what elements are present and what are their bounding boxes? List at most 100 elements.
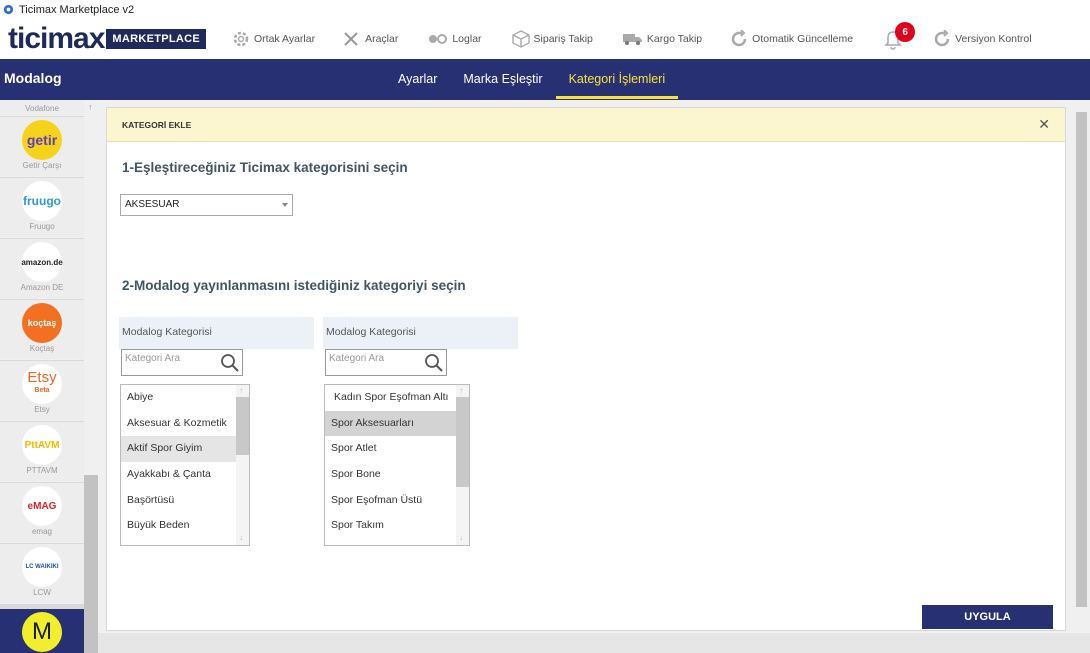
search-icon	[221, 354, 239, 372]
sidebar-item-label: Fruugo	[29, 222, 55, 231]
sidebar-scrollbar-thumb[interactable]	[84, 475, 98, 653]
pttavm-logo: PttAVM	[22, 425, 62, 465]
sidebar-item-vodafone[interactable]: Vodafone	[0, 100, 84, 116]
sidebar-list: Vodafone getir Getir Çarşı fruugo Fruugo…	[0, 100, 84, 653]
sidebar-item-getir[interactable]: getir Getir Çarşı	[0, 117, 84, 177]
fruugo-logo: fruugo	[22, 181, 62, 221]
select-value: AKSESUAR	[125, 199, 180, 210]
lcw-logo-text: LC WAIKIKI	[25, 564, 59, 570]
emag-logo-text: eMAG	[27, 500, 57, 512]
log-icon	[429, 34, 448, 44]
sidebar-item-amazon-de[interactable]: amazon.de Amazon DE	[0, 239, 84, 299]
search-icon	[425, 354, 443, 372]
list-item[interactable]: Ayakkabı & Çanta	[121, 462, 249, 488]
right-category-search[interactable]: Kategori Ara	[325, 349, 447, 376]
tab-kategori-islemleri[interactable]: Kategori İşlemleri	[555, 59, 679, 100]
nav-ortak-ayarlar[interactable]: Ortak Ayarlar	[232, 30, 315, 48]
nav-kargo-takip[interactable]: Kargo Takip	[622, 32, 703, 46]
list-item[interactable]: Büyük Beden	[121, 513, 249, 539]
sidebar-item-fruugo[interactable]: fruugo Fruugo	[0, 178, 84, 238]
list-item[interactable]: Aksesuar & Kozmetik	[121, 411, 249, 437]
ticimax-category-select[interactable]: AKSESUAR	[120, 194, 293, 216]
nav-otomatik-guncelleme[interactable]: Otomatik Güncelleme	[730, 30, 853, 48]
scroll-up-arrow-icon[interactable]: ↑	[88, 102, 93, 112]
nav-loglar[interactable]: Loglar	[428, 32, 482, 46]
sidebar-item-emag[interactable]: eMAG emag	[0, 483, 84, 543]
amazon-logo: amazon.de	[21, 242, 63, 282]
nav-label: Sipariş Takip	[533, 33, 593, 45]
nav-label: Loglar	[452, 33, 482, 45]
modalog-logo-text: M	[32, 618, 52, 645]
fruugo-logo-text: fruugo	[23, 194, 61, 208]
truck-icon	[622, 34, 642, 45]
sidebar-item-lcw[interactable]: LC WAIKIKI LCW	[0, 544, 84, 604]
koctas-logo-text: koçtaş	[27, 318, 57, 328]
list-item[interactable]: Spor Aksesuarları	[325, 410, 457, 437]
nav-label: Araçlar	[365, 33, 399, 45]
etsy-beta-text: Beta	[34, 387, 50, 394]
step1-heading: 1-Eşleştireceğiniz Ticimax kategorisini …	[122, 160, 408, 175]
notification-count-badge: 6	[895, 22, 916, 42]
scroll-down-arrow-icon[interactable]: ↓	[239, 533, 243, 542]
sidebar-item-label: LCW	[33, 588, 51, 597]
left-category-search[interactable]: Kategori Ara	[121, 349, 243, 376]
list-item[interactable]: Abiye	[121, 385, 249, 411]
sidebar-item-label: emag	[31, 527, 52, 536]
left-list-scrollbar[interactable]: ↑ ↓	[236, 385, 249, 545]
main-scrollbar-thumb[interactable]	[1076, 112, 1087, 607]
left-list-scrollbar-thumb[interactable]	[236, 397, 249, 455]
gear-icon	[233, 31, 249, 47]
scroll-up-arrow-icon[interactable]: ↑	[239, 386, 243, 395]
tab-ayarlar[interactable]: Ayarlar	[385, 59, 450, 100]
list-item[interactable]: Spor Eşofman Üstü	[325, 488, 469, 514]
list-item[interactable]: Spor Atlet	[325, 436, 469, 462]
list-item[interactable]: Aktif Spor Giyim	[121, 436, 249, 463]
scroll-up-arrow-icon[interactable]: ↑	[459, 386, 463, 395]
module-tabs: Ayarlar Marka Eşleştir Kategori İşlemler…	[385, 59, 678, 100]
module-header-bar: Modalog Ayarlar Marka Eşleştir Kategori …	[0, 59, 1090, 100]
close-icon[interactable]: ✕	[1038, 116, 1050, 133]
emag-logo: eMAG	[22, 486, 62, 526]
panel-header: KATEGORİ EKLE ✕	[107, 108, 1065, 142]
step2-heading: 2-Modalog yayınlanmasını istediğiniz kat…	[122, 278, 466, 293]
nav-label: Kargo Takip	[646, 33, 703, 45]
main-scrollbar[interactable]	[1074, 100, 1090, 630]
search-placeholder: Kategori Ara	[125, 353, 181, 364]
nav-versiyon-kontrol[interactable]: Versiyon Kontrol	[933, 30, 1032, 48]
apply-button[interactable]: UYGULA	[922, 605, 1053, 629]
tools-icon	[344, 32, 358, 46]
notification-bell[interactable]: 6	[883, 22, 916, 50]
marketplace-sidebar: Vodafone getir Getir Çarşı fruugo Fruugo…	[0, 100, 98, 653]
nav-siparis-takip[interactable]: Sipariş Takip	[511, 30, 593, 48]
koctas-logo: koçtaş	[22, 303, 62, 343]
window-title: Ticimax Marketplace v2	[19, 3, 135, 16]
list-item[interactable]: Spor Bone	[325, 462, 469, 488]
list-item[interactable]: Başörtüsü	[121, 488, 249, 514]
scroll-down-arrow-icon[interactable]: ↓	[459, 533, 463, 542]
right-list-scrollbar[interactable]: ↑ ↓	[456, 385, 469, 545]
getir-logo: getir	[22, 120, 62, 160]
etsy-logo: Etsy Beta	[22, 364, 62, 404]
box-icon	[511, 30, 530, 48]
nav-araclar[interactable]: Araçlar	[343, 31, 398, 47]
refresh-icon	[934, 30, 950, 47]
logo-text: ticimax	[8, 22, 105, 55]
sidebar-item-pttavm[interactable]: PttAVM PTTAVM	[0, 422, 84, 482]
right-list-scrollbar-thumb[interactable]	[456, 397, 469, 487]
chevron-down-icon	[282, 203, 288, 207]
app-gear-icon	[3, 4, 14, 15]
amazon-logo-text: amazon.de	[21, 257, 63, 267]
sidebar-item-modalog[interactable]: M	[0, 609, 84, 653]
category-add-panel: KATEGORİ EKLE ✕ 1-Eşleştireceğiniz Ticim…	[106, 107, 1066, 631]
nav-label: Otomatik Güncelleme	[752, 33, 854, 45]
sidebar-item-koctas[interactable]: koçtaş Koçtaş	[0, 300, 84, 360]
right-category-header: Modalog Kategorisi	[323, 317, 518, 349]
left-category-list: Abiye Aksesuar & Kozmetik Aktif Spor Giy…	[120, 384, 250, 546]
tab-marka-eslestir[interactable]: Marka Eşleştir	[450, 59, 555, 100]
sidebar-item-label: Koçtaş	[29, 344, 55, 353]
list-item[interactable]: Kadın Spor Eşofman Altı	[325, 385, 469, 411]
list-item[interactable]: Spor Takım	[325, 513, 469, 539]
right-category-list: Kadın Spor Eşofman Altı Spor Aksesuarlar…	[324, 384, 470, 546]
sidebar-item-etsy[interactable]: Etsy Beta Etsy	[0, 361, 84, 421]
bottom-strip	[98, 633, 1090, 653]
